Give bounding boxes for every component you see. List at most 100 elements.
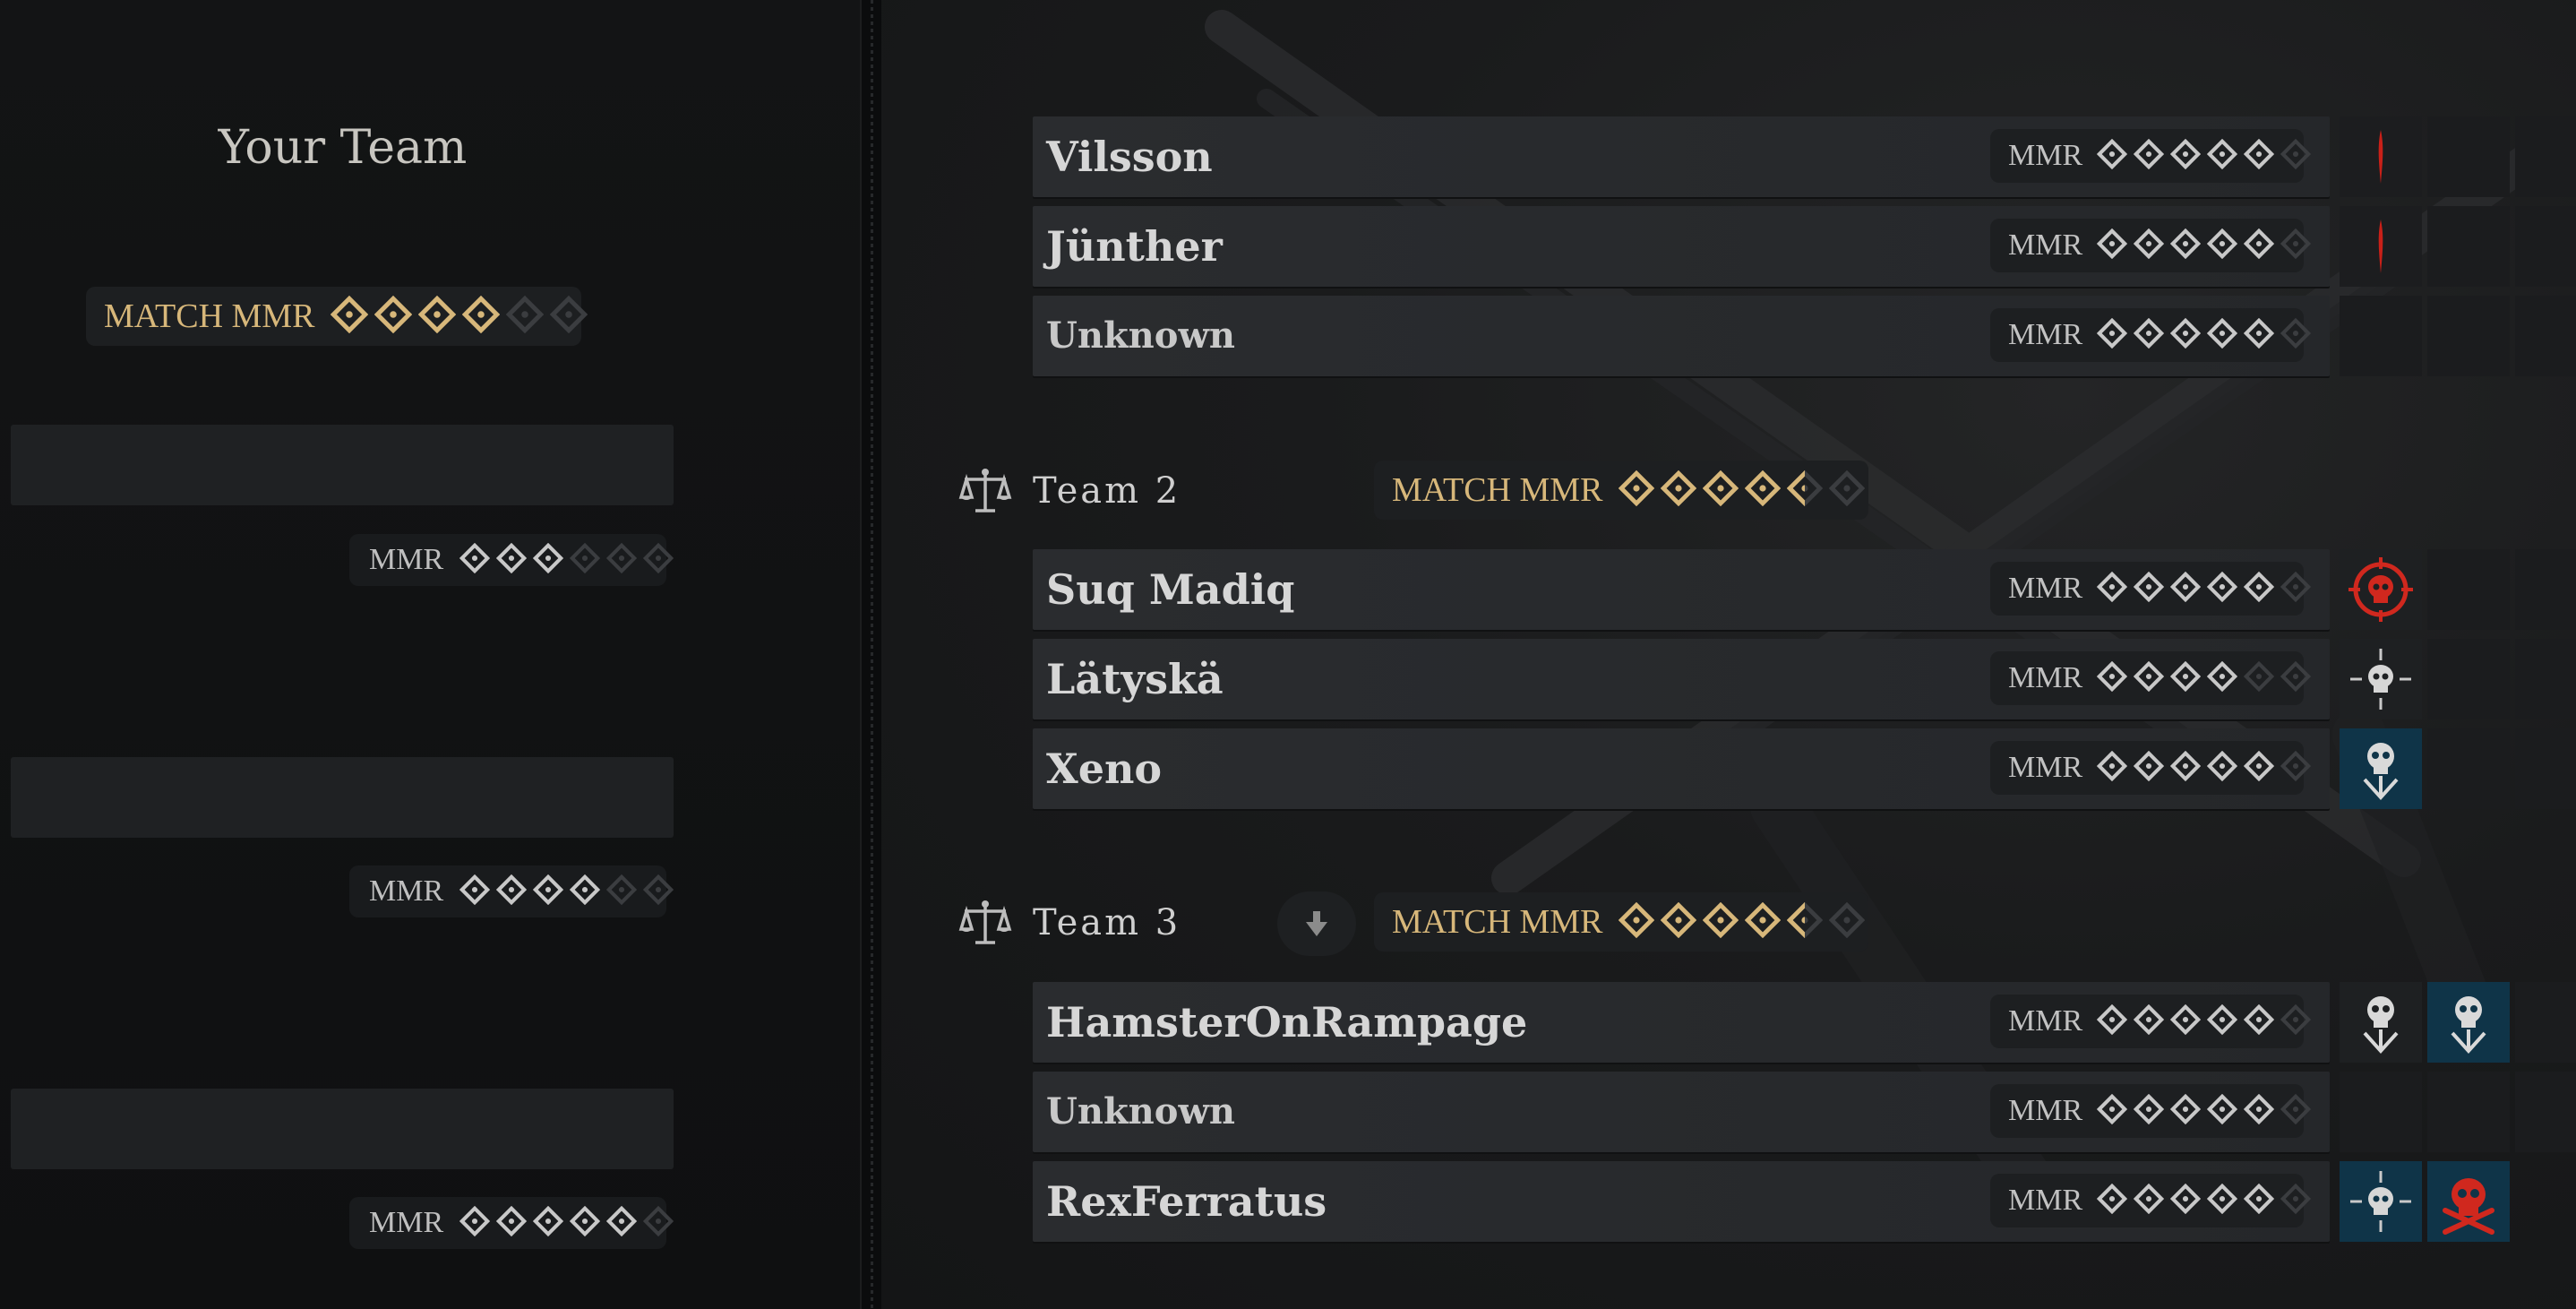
diamond-star-icon [569,874,601,909]
diamond-star-icon [459,874,491,909]
player-row[interactable]: Vilsson MMR [1033,116,2330,197]
player-row[interactable]: HamsterOnRampage MMR [1033,982,2330,1063]
grey-skull-crosshair-icon [2350,1171,2411,1232]
empty-badge-slot [2340,1072,2422,1152]
skull-down-arrow-icon [2363,743,2399,800]
diamond-star-icon [2169,228,2202,263]
diamond-star-icon [2206,1183,2238,1219]
diamond-star-icon [2206,1003,2238,1039]
mmr-label: MMR [2008,1184,2083,1217]
empty-badge-slot [2515,728,2576,809]
player-mmr: MMR [1990,995,2312,1048]
slot-mmr: MMR [349,534,674,586]
kill-badge[interactable] [2340,1161,2422,1242]
diamond-star-icon [1745,469,1782,511]
red-skull-crosshair-icon [2348,557,2413,622]
diamond-star-icon [532,542,564,578]
downed-badge[interactable] [2340,728,2422,809]
slot-mmr-stars [459,542,680,578]
diamond-star-icon [2096,228,2128,263]
skull-crossbones-badge[interactable] [2427,1161,2510,1242]
diamond-star-icon [2280,1003,2312,1039]
diamond-star-icon [605,542,638,578]
player-row[interactable]: Xeno MMR [1033,728,2330,809]
diamond-star-icon [2243,138,2275,174]
diamond-star-icon [2169,660,2202,696]
diamond-star-icon [374,295,413,338]
diamond-star-icon [2169,1093,2202,1129]
diamond-star-icon [418,295,457,338]
mmr-label: MMR [2008,228,2083,262]
match-mmr-stars [1619,469,1871,511]
match-mmr-stars [331,295,594,338]
team-name: Team 3 [1033,902,1181,943]
bleed-badge[interactable] [2340,206,2422,287]
diamond-star-icon [642,542,674,578]
player-name: Suq Madiq [1046,565,1295,614]
diamond-star-icon [550,295,588,338]
diamond-star-icon [2206,228,2238,263]
diamond-star-icon [1829,901,1866,943]
empty-badge-slot [2427,639,2510,719]
empty-badge-slot [2515,1072,2576,1152]
mmr-stars [2096,660,2317,696]
kill-badge[interactable] [2340,549,2422,630]
empty-badge-slot [2515,206,2576,287]
diamond-star-icon [2169,1183,2202,1219]
team-3-match-mmr: MATCH MMR [1374,892,1868,952]
diamond-star-icon [2206,571,2238,607]
match-mmr-label: MATCH MMR [104,297,315,335]
diamond-star-icon [2133,1093,2165,1129]
diamond-star-icon [495,1205,528,1241]
bleed-badge[interactable] [2340,116,2422,197]
player-mmr: MMR [1990,219,2312,272]
empty-badge-slot [2515,549,2576,630]
team-2-header: Team 2 [957,465,1181,517]
mmr-label: MMR [2008,318,2083,351]
player-mmr: MMR [1990,1084,2312,1138]
mmr-stars [2096,1093,2317,1129]
empty-player-slot[interactable] [11,1089,674,1169]
red-blood-mark-icon [2378,220,2383,273]
player-row[interactable]: Suq Madiq MMR [1033,549,2330,630]
empty-badge-slot [2427,206,2510,287]
empty-badge-slot [2515,639,2576,719]
diamond-star-icon [2206,750,2238,786]
diamond-star-icon [2133,317,2165,353]
player-row[interactable]: RexFerratus MMR [1033,1161,2330,1242]
diamond-star-icon [2133,750,2165,786]
player-mmr: MMR [1990,129,2312,183]
downed-badge[interactable] [2427,982,2510,1063]
diamond-star-icon [2243,1093,2275,1129]
player-row[interactable]: Jünther MMR [1033,206,2330,287]
red-blood-mark-icon [2378,130,2383,184]
diamond-star-icon [1619,901,1655,943]
diamond-star-icon [495,542,528,578]
empty-player-slot[interactable] [11,425,674,505]
slot-mmr: MMR [349,1197,674,1249]
player-mmr: MMR [1990,562,2312,616]
player-row[interactable]: Lätyskä MMR [1033,639,2330,719]
mmr-stars [2096,571,2317,607]
slot-mmr: MMR [349,865,674,917]
kill-badge[interactable] [2340,639,2422,719]
diamond-star-icon [1703,901,1739,943]
diamond-star-icon [2096,1003,2128,1039]
player-row[interactable]: Unknown MMR [1033,1072,2330,1152]
diamond-star-icon [2280,1093,2312,1129]
diamond-star-icon [2133,138,2165,174]
diamond-star-icon [2133,1183,2165,1219]
diamond-star-icon [605,1205,638,1241]
diamond-star-icon [1745,901,1782,943]
your-team-panel: Your Team MATCH MMR MMR MMR MMR [0,0,864,1309]
team-name: Team 2 [1033,470,1181,512]
diamond-star-icon [2243,228,2275,263]
diamond-star-icon [1619,469,1655,511]
player-name: Lätyskä [1046,655,1224,703]
player-row[interactable]: Unknown MMR [1033,296,2330,376]
empty-player-slot[interactable] [11,757,674,838]
balance-scale-icon [958,900,1012,944]
mmr-stars [2096,138,2317,174]
player-name: RexFerratus [1046,1177,1327,1226]
downed-badge[interactable] [2340,982,2422,1063]
